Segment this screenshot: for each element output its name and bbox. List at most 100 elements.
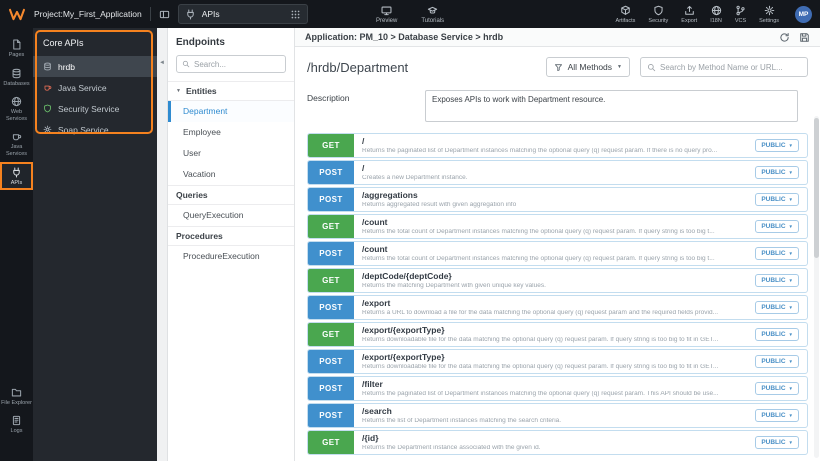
chevron-down-icon: ▼ [788, 413, 793, 418]
preview-button[interactable]: Preview [376, 5, 397, 24]
access-badge[interactable]: PUBLIC ▼ [755, 166, 799, 179]
sidebar-item-apis[interactable]: APIs [0, 161, 33, 191]
access-label: PUBLIC [761, 250, 786, 257]
endpoint-description: Returns the total count of Department in… [362, 255, 715, 262]
endpoint-row[interactable]: GET /export/{exportType} Returns downloa… [307, 322, 808, 347]
grid-icon[interactable] [290, 9, 301, 20]
chevron-down-icon: ▼ [788, 197, 793, 202]
endpoint-item-department[interactable]: Department [168, 101, 294, 122]
endpoints-panel: Endpoints ▼ Entities Department Employee… [168, 28, 295, 461]
endpoint-item-user[interactable]: User [168, 143, 294, 164]
left-nav-strip: Pages Databases Web Services Java Servic… [0, 28, 33, 461]
core-api-item-label: Soap Service [58, 124, 109, 135]
access-badge[interactable]: PUBLIC ▼ [755, 220, 799, 233]
core-api-item-hrdb[interactable]: hrdb [33, 56, 157, 77]
sidebar-item-file-explorer[interactable]: File Explorer [0, 382, 33, 411]
endpoint-row-text: /{id} Returns the Department instance as… [354, 431, 747, 454]
chevron-down-icon: ▼ [788, 305, 793, 310]
endpoint-row[interactable]: POST /export/{exportType} Returns downlo… [307, 349, 808, 374]
project-label[interactable]: Project:My_First_Application [34, 9, 142, 19]
endpoint-search-input[interactable] [194, 59, 280, 69]
access-badge[interactable]: PUBLIC ▼ [755, 382, 799, 395]
wavemaker-logo[interactable] [8, 8, 26, 21]
endpoint-row[interactable]: GET /{id} Returns the Department instanc… [307, 430, 808, 455]
monitor-icon [381, 6, 392, 15]
scrollbar-thumb[interactable] [814, 118, 819, 258]
access-badge[interactable]: PUBLIC ▼ [755, 247, 799, 260]
endpoint-search[interactable] [176, 55, 286, 73]
access-badge[interactable]: PUBLIC ▼ [755, 139, 799, 152]
endpoint-row[interactable]: GET /deptCode/{deptCode} Returns the mat… [307, 268, 808, 293]
method-search[interactable] [640, 57, 808, 77]
access-cell: PUBLIC ▼ [747, 377, 807, 400]
i18n-button[interactable]: I18N [710, 5, 722, 24]
core-apis-title: Core APIs [43, 38, 84, 48]
database-icon [44, 62, 51, 71]
database-icon [12, 68, 21, 78]
vcs-button[interactable]: VCS [735, 5, 746, 24]
export-label: Export [681, 17, 698, 24]
sidebar-item-web-services[interactable]: Web Services [0, 91, 33, 126]
method-search-input[interactable] [660, 62, 801, 72]
section-entities[interactable]: ▼ Entities [168, 81, 294, 101]
access-badge[interactable]: PUBLIC ▼ [755, 355, 799, 368]
endpoint-item-queryexecution[interactable]: QueryExecution [168, 205, 294, 226]
export-button[interactable]: Export [681, 5, 697, 24]
endpoint-row[interactable]: POST /search Returns the list of Departm… [307, 403, 808, 428]
description-row: Description Exposes APIs to work with De… [307, 90, 808, 122]
artifacts-icon [621, 5, 630, 15]
panel-toggle-icon[interactable] [159, 9, 170, 20]
endpoint-row-text: / Returns the paginated list of Departme… [354, 134, 747, 157]
endpoint-row[interactable]: POST /export Returns a URL to download a… [307, 295, 808, 320]
endpoint-row[interactable]: POST /aggregations Returns aggregated re… [307, 187, 808, 212]
sidebar-item-logs[interactable]: Logs [0, 410, 33, 439]
section-queries[interactable]: Queries [168, 185, 294, 205]
endpoint-item-procedureexecution[interactable]: ProcedureExecution [168, 246, 294, 267]
branch-icon [736, 5, 745, 15]
core-api-item-soap-service[interactable]: Soap Service [33, 119, 157, 140]
chevron-down-icon: ▼ [788, 224, 793, 229]
core-api-item-security-service[interactable]: Security Service [33, 98, 157, 119]
avatar[interactable]: MP [795, 5, 812, 23]
refresh-icon[interactable] [779, 32, 790, 43]
sidebar-item-pages[interactable]: Pages [0, 34, 33, 63]
endpoint-row-text: / Creates a new Department instance. [354, 161, 747, 184]
main-content: /hrdb/Department All Methods ▼ Descripti… [295, 47, 820, 455]
access-badge[interactable]: PUBLIC ▼ [755, 274, 799, 287]
app-shell: Pages Databases Web Services Java Servic… [0, 28, 820, 461]
endpoint-item-employee[interactable]: Employee [168, 122, 294, 143]
description-input[interactable]: Exposes APIs to work with Department res… [425, 90, 798, 122]
tutorials-icon [428, 6, 438, 14]
collapse-panel-handle[interactable]: ◄ [157, 28, 168, 461]
access-badge[interactable]: PUBLIC ▼ [755, 193, 799, 206]
access-badge[interactable]: PUBLIC ▼ [755, 328, 799, 341]
save-icon[interactable] [799, 32, 810, 43]
module-selector-value: APIs [201, 9, 220, 19]
sidebar-item-databases[interactable]: Databases [0, 63, 33, 92]
security-button[interactable]: Security [648, 5, 668, 24]
access-badge[interactable]: PUBLIC ▼ [755, 436, 799, 449]
access-badge[interactable]: PUBLIC ▼ [755, 409, 799, 422]
endpoint-row[interactable]: GET /count Returns the total count of De… [307, 214, 808, 239]
core-api-item-java-service[interactable]: Java Service [33, 77, 157, 98]
sidebar-item-java-services[interactable]: Java Services [0, 126, 33, 161]
endpoint-row[interactable]: GET / Returns the paginated list of Depa… [307, 133, 808, 158]
top-bar: Project:My_First_Application APIs Previe… [0, 0, 820, 28]
tutorials-button[interactable]: Tutorials [421, 5, 444, 24]
access-badge[interactable]: PUBLIC ▼ [755, 301, 799, 314]
endpoint-row[interactable]: POST /count Returns the total count of D… [307, 241, 808, 266]
settings-button[interactable]: Settings [759, 5, 779, 24]
endpoint-item-vacation[interactable]: Vacation [168, 164, 294, 185]
methods-filter-dropdown[interactable]: All Methods ▼ [545, 57, 630, 77]
endpoint-row[interactable]: POST / Creates a new Department instance… [307, 160, 808, 185]
module-selector[interactable]: APIs [177, 4, 308, 24]
title-row: /hrdb/Department All Methods ▼ [307, 57, 808, 77]
access-cell: PUBLIC ▼ [747, 215, 807, 238]
artifacts-button[interactable]: Artifacts [616, 5, 635, 24]
section-procedures[interactable]: Procedures [168, 226, 294, 246]
endpoint-path: /aggregations [362, 191, 418, 200]
gear-icon [764, 5, 774, 15]
endpoint-description: Returns downloadable file for the data m… [362, 336, 719, 343]
scrollbar[interactable] [814, 116, 819, 458]
endpoint-row[interactable]: POST /filter Returns the paginated list … [307, 376, 808, 401]
